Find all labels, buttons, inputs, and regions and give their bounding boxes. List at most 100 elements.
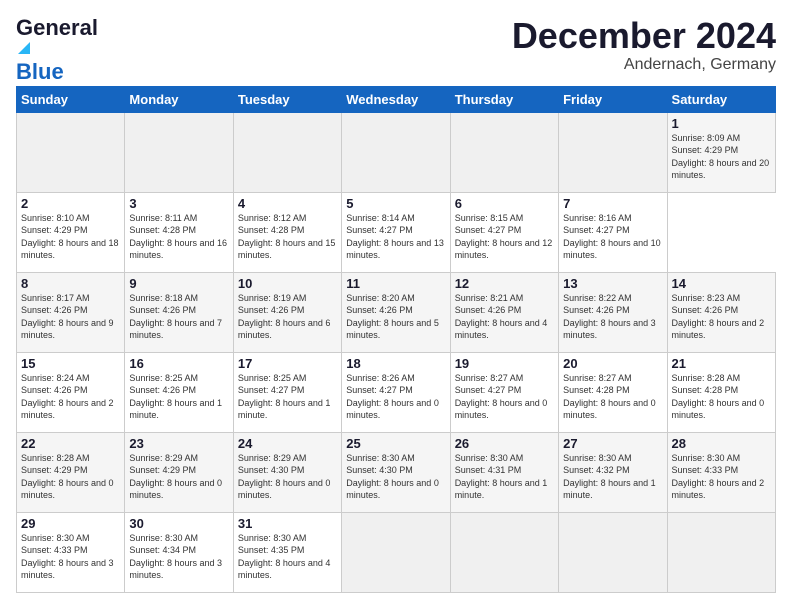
day-info: Sunrise: 8:30 AMSunset: 4:32 PMDaylight:…: [563, 453, 656, 501]
calendar-day-cell: 4Sunrise: 8:12 AMSunset: 4:28 PMDaylight…: [233, 192, 341, 272]
day-number: 23: [129, 436, 228, 451]
day-info: Sunrise: 8:28 AMSunset: 4:29 PMDaylight:…: [21, 453, 114, 501]
calendar-day-cell: 26 Sunrise: 8:30 AMSunset: 4:31 PMDayligh…: [450, 432, 558, 512]
day-info: Sunrise: 8:26 AMSunset: 4:27 PMDaylight:…: [346, 373, 439, 421]
calendar-day-cell: [17, 112, 125, 192]
calendar-day-cell: 30Sunrise: 8:30 AMSunset: 4:34 PMDayligh…: [125, 512, 233, 592]
calendar-day-cell: 2 Sunrise: 8:10 AMSunset: 4:29 PMDaylight…: [17, 192, 125, 272]
col-header-wednesday: Wednesday: [342, 86, 450, 112]
calendar-day-cell: 23 Sunrise: 8:29 AMSunset: 4:29 PMDayligh…: [125, 432, 233, 512]
day-number: 20: [563, 356, 662, 371]
day-info: Sunrise: 8:14 AMSunset: 4:27 PMDaylight:…: [346, 213, 444, 261]
logo-triangle-icon: [18, 42, 30, 54]
day-number: 24: [238, 436, 337, 451]
col-header-friday: Friday: [559, 86, 667, 112]
day-number: 6: [455, 196, 554, 211]
calendar-day-cell: 18 Sunrise: 8:26 AMSunset: 4:27 PMDayligh…: [342, 352, 450, 432]
day-info: Sunrise: 8:30 AMSunset: 4:31 PMDaylight:…: [455, 453, 548, 501]
col-header-thursday: Thursday: [450, 86, 558, 112]
calendar-day-cell: 12Sunrise: 8:21 AMSunset: 4:26 PMDayligh…: [450, 272, 558, 352]
col-header-monday: Monday: [125, 86, 233, 112]
calendar-week-row: 29 Sunrise: 8:30 AMSunset: 4:33 PMDayligh…: [17, 512, 776, 592]
calendar-day-cell: 1 Sunrise: 8:09 AMSunset: 4:29 PMDaylight…: [667, 112, 775, 192]
day-info: Sunrise: 8:22 AMSunset: 4:26 PMDaylight:…: [563, 293, 656, 341]
day-info: Sunrise: 8:28 AMSunset: 4:28 PMDaylight:…: [672, 373, 765, 421]
day-info: Sunrise: 8:09 AMSunset: 4:29 PMDaylight:…: [672, 133, 770, 181]
day-info: Sunrise: 8:19 AMSunset: 4:26 PMDaylight:…: [238, 293, 331, 341]
calendar-week-row: 15Sunrise: 8:24 AMSunset: 4:26 PMDayligh…: [17, 352, 776, 432]
logo-general: General: [16, 15, 98, 40]
calendar-week-row: 1 Sunrise: 8:09 AMSunset: 4:29 PMDaylight…: [17, 112, 776, 192]
calendar-day-cell: 20 Sunrise: 8:27 AMSunset: 4:28 PMDayligh…: [559, 352, 667, 432]
day-number: 2: [21, 196, 120, 211]
day-number: 1: [672, 116, 771, 131]
day-number: 11: [346, 276, 445, 291]
day-number: 28: [672, 436, 771, 451]
day-info: Sunrise: 8:11 AMSunset: 4:28 PMDaylight:…: [129, 213, 227, 261]
day-number: 21: [672, 356, 771, 371]
calendar-body: 1 Sunrise: 8:09 AMSunset: 4:29 PMDaylight…: [17, 112, 776, 592]
calendar-day-cell: [559, 112, 667, 192]
calendar-day-cell: 19Sunrise: 8:27 AMSunset: 4:27 PMDayligh…: [450, 352, 558, 432]
main-container: General Blue December 2024 Andernach, Ge…: [0, 0, 792, 601]
calendar-week-row: 8Sunrise: 8:17 AMSunset: 4:26 PMDaylight…: [17, 272, 776, 352]
calendar-day-cell: 21 Sunrise: 8:28 AMSunset: 4:28 PMDayligh…: [667, 352, 775, 432]
day-info: Sunrise: 8:18 AMSunset: 4:26 PMDaylight:…: [129, 293, 222, 341]
calendar-day-cell: 22Sunrise: 8:28 AMSunset: 4:29 PMDayligh…: [17, 432, 125, 512]
day-info: Sunrise: 8:30 AMSunset: 4:33 PMDaylight:…: [21, 533, 114, 581]
day-info: Sunrise: 8:29 AMSunset: 4:29 PMDaylight:…: [129, 453, 222, 501]
day-number: 18: [346, 356, 445, 371]
calendar-day-cell: 13Sunrise: 8:22 AMSunset: 4:26 PMDayligh…: [559, 272, 667, 352]
day-number: 26: [455, 436, 554, 451]
day-info: Sunrise: 8:27 AMSunset: 4:27 PMDaylight:…: [455, 373, 548, 421]
day-info: Sunrise: 8:30 AMSunset: 4:30 PMDaylight:…: [346, 453, 439, 501]
calendar-day-cell: 8Sunrise: 8:17 AMSunset: 4:26 PMDaylight…: [17, 272, 125, 352]
day-number: 27: [563, 436, 662, 451]
calendar-day-cell: [342, 512, 450, 592]
calendar-day-cell: [233, 112, 341, 192]
calendar-day-cell: [450, 112, 558, 192]
month-year-title: December 2024: [512, 16, 776, 56]
calendar-day-cell: [667, 512, 775, 592]
calendar-day-cell: 10 Sunrise: 8:19 AMSunset: 4:26 PMDayligh…: [233, 272, 341, 352]
day-info: Sunrise: 8:27 AMSunset: 4:28 PMDaylight:…: [563, 373, 656, 421]
calendar-day-cell: 15Sunrise: 8:24 AMSunset: 4:26 PMDayligh…: [17, 352, 125, 432]
day-info: Sunrise: 8:10 AMSunset: 4:29 PMDaylight:…: [21, 213, 119, 261]
day-number: 29: [21, 516, 120, 531]
calendar-header-row: SundayMondayTuesdayWednesdayThursdayFrid…: [17, 86, 776, 112]
location-subtitle: Andernach, Germany: [512, 56, 776, 74]
calendar-week-row: 22Sunrise: 8:28 AMSunset: 4:29 PMDayligh…: [17, 432, 776, 512]
day-number: 4: [238, 196, 337, 211]
calendar-week-row: 2 Sunrise: 8:10 AMSunset: 4:29 PMDaylight…: [17, 192, 776, 272]
day-number: 9: [129, 276, 228, 291]
day-info: Sunrise: 8:29 AMSunset: 4:30 PMDaylight:…: [238, 453, 331, 501]
calendar-day-cell: 7Sunrise: 8:16 AMSunset: 4:27 PMDaylight…: [559, 192, 667, 272]
day-number: 14: [672, 276, 771, 291]
day-info: Sunrise: 8:15 AMSunset: 4:27 PMDaylight:…: [455, 213, 553, 261]
calendar-day-cell: 25Sunrise: 8:30 AMSunset: 4:30 PMDayligh…: [342, 432, 450, 512]
day-number: 7: [563, 196, 662, 211]
calendar-day-cell: 6 Sunrise: 8:15 AMSunset: 4:27 PMDaylight…: [450, 192, 558, 272]
day-number: 31: [238, 516, 337, 531]
day-number: 3: [129, 196, 228, 211]
day-number: 10: [238, 276, 337, 291]
calendar-day-cell: 27 Sunrise: 8:30 AMSunset: 4:32 PMDayligh…: [559, 432, 667, 512]
title-block: December 2024 Andernach, Germany: [512, 16, 776, 74]
calendar-day-cell: [450, 512, 558, 592]
day-number: 12: [455, 276, 554, 291]
day-number: 5: [346, 196, 445, 211]
day-info: Sunrise: 8:23 AMSunset: 4:26 PMDaylight:…: [672, 293, 765, 341]
day-number: 15: [21, 356, 120, 371]
day-info: Sunrise: 8:30 AMSunset: 4:33 PMDaylight:…: [672, 453, 765, 501]
day-info: Sunrise: 8:25 AMSunset: 4:27 PMDaylight:…: [238, 373, 331, 421]
day-info: Sunrise: 8:30 AMSunset: 4:35 PMDaylight:…: [238, 533, 331, 581]
calendar-day-cell: [125, 112, 233, 192]
calendar-day-cell: [559, 512, 667, 592]
calendar-day-cell: 29 Sunrise: 8:30 AMSunset: 4:33 PMDayligh…: [17, 512, 125, 592]
calendar-day-cell: 17Sunrise: 8:25 AMSunset: 4:27 PMDayligh…: [233, 352, 341, 432]
calendar-day-cell: 28 Sunrise: 8:30 AMSunset: 4:33 PMDayligh…: [667, 432, 775, 512]
logo-blue: Blue: [16, 60, 106, 83]
day-number: 30: [129, 516, 228, 531]
calendar-table: SundayMondayTuesdayWednesdayThursdayFrid…: [16, 86, 776, 593]
calendar-day-cell: 5 Sunrise: 8:14 AMSunset: 4:27 PMDaylight…: [342, 192, 450, 272]
